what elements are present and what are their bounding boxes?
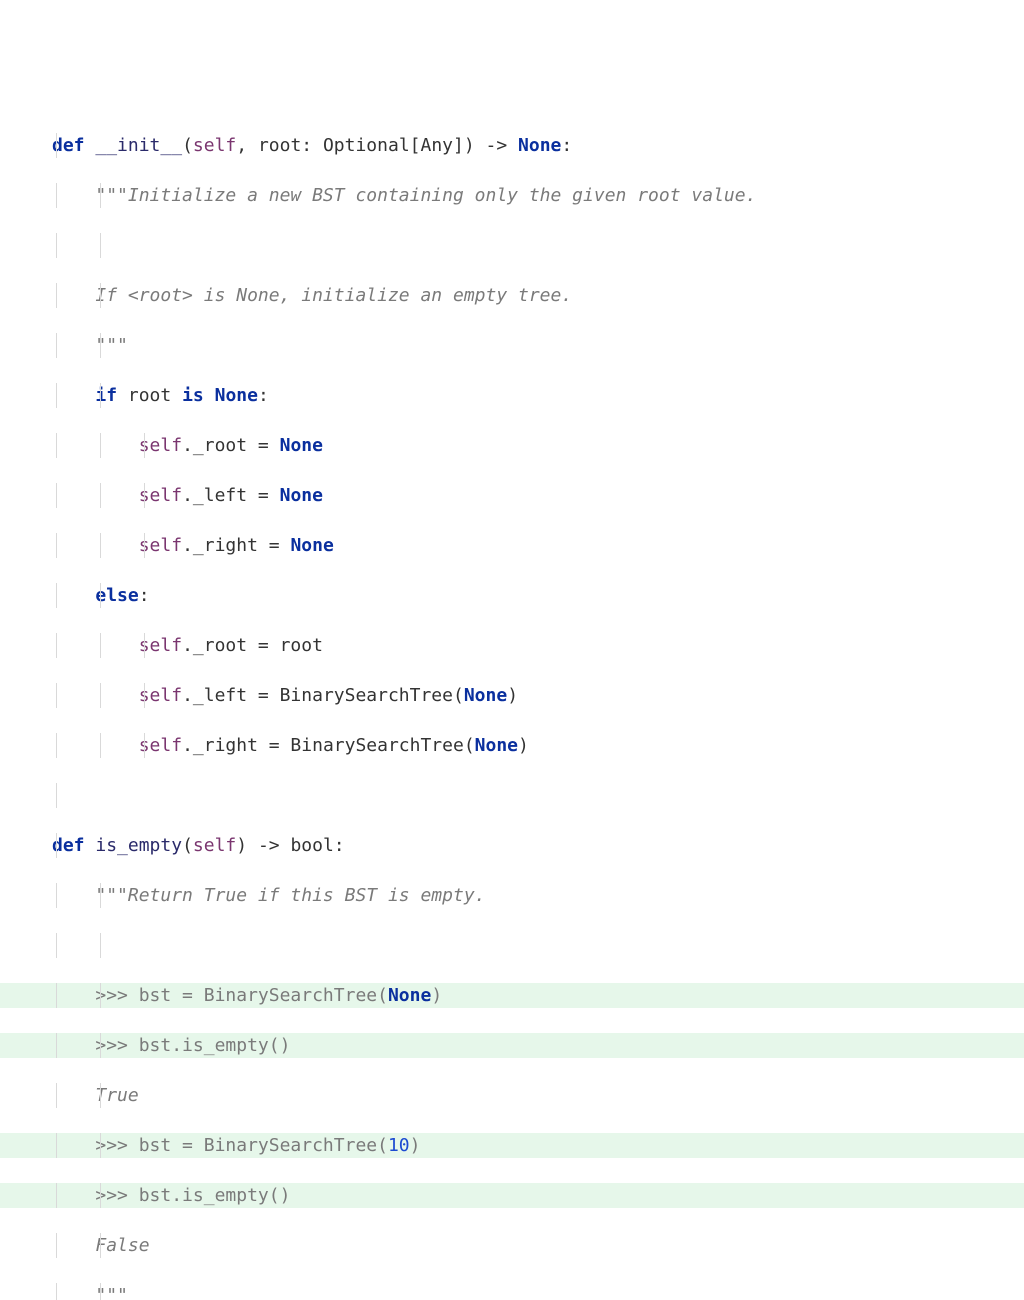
condition: root bbox=[117, 385, 182, 406]
paren-open: ( bbox=[182, 835, 193, 856]
none-literal: None bbox=[388, 985, 431, 1006]
paren-close: ) bbox=[518, 735, 529, 756]
none-literal: None bbox=[464, 685, 507, 706]
doctest: >>> bst.is_empty() bbox=[95, 1035, 290, 1056]
number-literal: 10 bbox=[388, 1135, 410, 1156]
none-literal: None bbox=[280, 435, 323, 456]
colon: : bbox=[139, 585, 150, 606]
none-literal: None bbox=[204, 385, 258, 406]
attr-assign: ._left = BinarySearchTree( bbox=[182, 685, 464, 706]
attr-assign: ._right = bbox=[182, 535, 290, 556]
none-literal: None bbox=[290, 535, 333, 556]
signature: , root: Optional[Any]) -> bbox=[236, 135, 518, 156]
doctest: >>> bst = BinarySearchTree( bbox=[95, 1135, 388, 1156]
keyword-else: else bbox=[95, 585, 138, 606]
docstring: """Return True if this BST is empty. bbox=[95, 885, 485, 906]
code-line: """Initialize a new BST containing only … bbox=[0, 183, 1024, 208]
code-line: False bbox=[0, 1233, 1024, 1258]
signature: ) -> bool: bbox=[236, 835, 344, 856]
doctest: >>> bst.is_empty() bbox=[95, 1185, 290, 1206]
attr-assign: ._left = bbox=[182, 485, 280, 506]
func-name: is_empty bbox=[85, 835, 183, 856]
attr-assign: ._right = BinarySearchTree( bbox=[182, 735, 475, 756]
code-line: self._root = None bbox=[0, 433, 1024, 458]
keyword-is: is bbox=[182, 385, 204, 406]
colon: : bbox=[258, 385, 269, 406]
paren-close: ) bbox=[431, 985, 442, 1006]
code-editor[interactable]: def __init__(self, root: Optional[Any]) … bbox=[0, 108, 1024, 1300]
code-line-highlighted: >>> bst.is_empty() bbox=[0, 1033, 1024, 1058]
self-ref: self bbox=[139, 735, 182, 756]
code-line bbox=[0, 233, 1024, 258]
keyword-if: if bbox=[95, 385, 117, 406]
none-literal: None bbox=[475, 735, 518, 756]
self-ref: self bbox=[139, 685, 182, 706]
self-ref: self bbox=[139, 635, 182, 656]
func-name: __init__ bbox=[95, 135, 182, 156]
param-self: self bbox=[193, 135, 236, 156]
code-line: self._right = BinarySearchTree(None) bbox=[0, 733, 1024, 758]
self-ref: self bbox=[139, 435, 182, 456]
attr-assign: ._root = root bbox=[182, 635, 323, 656]
doctest-result: False bbox=[95, 1235, 149, 1256]
code-line: self._root = root bbox=[0, 633, 1024, 658]
doctest: >>> bst = BinarySearchTree( bbox=[95, 985, 388, 1006]
code-line: """ bbox=[0, 1283, 1024, 1300]
code-line: """ bbox=[0, 333, 1024, 358]
code-line: else: bbox=[0, 583, 1024, 608]
code-line: If <root> is None, initialize an empty t… bbox=[0, 283, 1024, 308]
self-ref: self bbox=[139, 535, 182, 556]
code-line: if root is None: bbox=[0, 383, 1024, 408]
doctest-result: True bbox=[95, 1085, 138, 1106]
docstring: If <root> is None, initialize an empty t… bbox=[95, 285, 572, 306]
code-line-highlighted: >>> bst = BinarySearchTree(10) bbox=[0, 1133, 1024, 1158]
code-line bbox=[0, 933, 1024, 958]
code-line: True bbox=[0, 1083, 1024, 1108]
self-ref: self bbox=[139, 485, 182, 506]
param-self: self bbox=[193, 835, 236, 856]
code-line: def is_empty(self) -> bool: bbox=[0, 833, 1024, 858]
paren-close: ) bbox=[507, 685, 518, 706]
docstring: """Initialize a new BST containing only … bbox=[95, 185, 756, 206]
code-line: self._left = None bbox=[0, 483, 1024, 508]
colon: : bbox=[561, 135, 572, 156]
code-line: def __init__(self, root: Optional[Any]) … bbox=[0, 133, 1024, 158]
none-literal: None bbox=[280, 485, 323, 506]
paren-close: ) bbox=[410, 1135, 421, 1156]
code-line: self._left = BinarySearchTree(None) bbox=[0, 683, 1024, 708]
code-line-highlighted: >>> bst.is_empty() bbox=[0, 1183, 1024, 1208]
code-line: self._right = None bbox=[0, 533, 1024, 558]
attr-assign: ._root = bbox=[182, 435, 280, 456]
code-line bbox=[0, 783, 1024, 808]
code-line-highlighted: >>> bst = BinarySearchTree(None) bbox=[0, 983, 1024, 1008]
none-literal: None bbox=[518, 135, 561, 156]
code-line: """Return True if this BST is empty. bbox=[0, 883, 1024, 908]
